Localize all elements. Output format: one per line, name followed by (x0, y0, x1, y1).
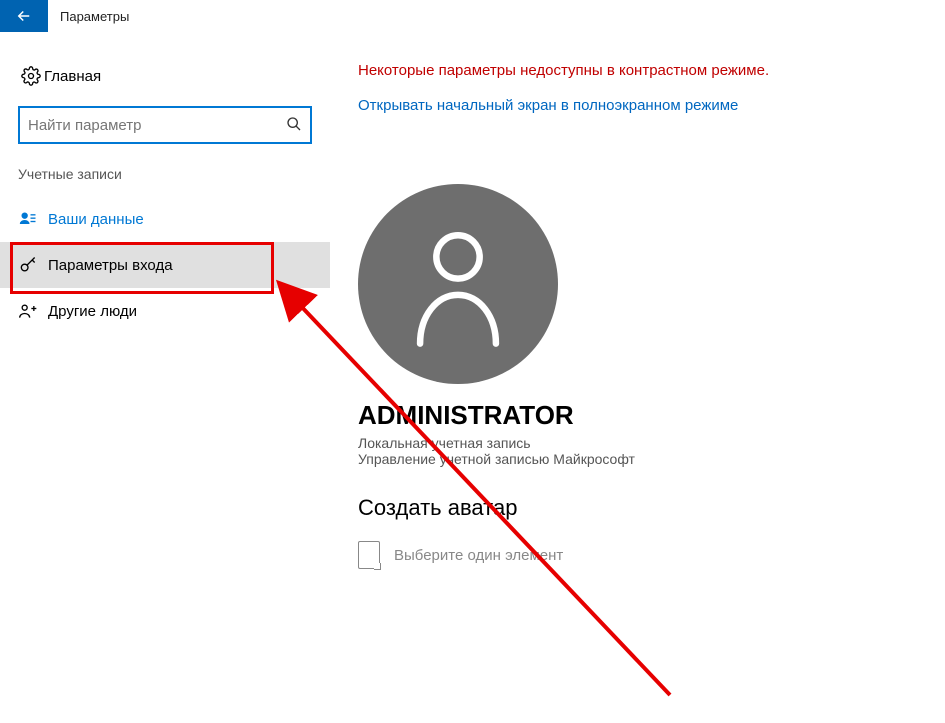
window-title: Параметры (60, 9, 129, 24)
manage-account-link[interactable]: Управление учетной записью Майкрософт (358, 451, 945, 467)
home-nav[interactable]: Главная (0, 60, 330, 92)
arrow-left-icon (15, 7, 33, 25)
picker-hint: Выберите один элемент (394, 547, 563, 564)
sidebar-item-your-info[interactable]: Ваши данные (0, 196, 330, 242)
gear-icon (18, 66, 44, 86)
people-icon (18, 301, 48, 321)
home-label: Главная (44, 68, 101, 85)
back-button[interactable] (0, 0, 48, 32)
sidebar-item-label: Ваши данные (48, 211, 144, 228)
person-icon (403, 219, 513, 349)
content-area: Некоторые параметры недоступны в контрас… (330, 32, 945, 569)
sidebar-section-header: Учетные записи (0, 166, 330, 196)
sidebar: Главная Учетные записи Ваши данные Парам… (0, 32, 330, 569)
sidebar-item-other-people[interactable]: Другие люди (0, 288, 330, 334)
avatar (358, 184, 558, 384)
search-icon (286, 116, 302, 135)
search-box[interactable] (18, 106, 312, 144)
avatar-section-title: Создать аватар (358, 495, 945, 521)
sidebar-item-signin-options[interactable]: Параметры входа (0, 242, 330, 288)
search-input[interactable] (28, 108, 286, 142)
fullscreen-start-link[interactable]: Открывать начальный экран в полноэкранно… (358, 97, 738, 114)
file-icon (358, 541, 380, 569)
account-type: Локальная учетная запись (358, 435, 945, 451)
sidebar-item-label: Другие люди (48, 303, 137, 320)
contrast-warning: Некоторые параметры недоступны в контрас… (358, 62, 945, 79)
key-icon (18, 255, 48, 275)
person-card-icon (18, 209, 48, 229)
avatar-picker[interactable]: Выберите один элемент (358, 541, 945, 569)
user-name: ADMINISTRATOR (358, 400, 945, 431)
sidebar-item-label: Параметры входа (48, 257, 173, 274)
